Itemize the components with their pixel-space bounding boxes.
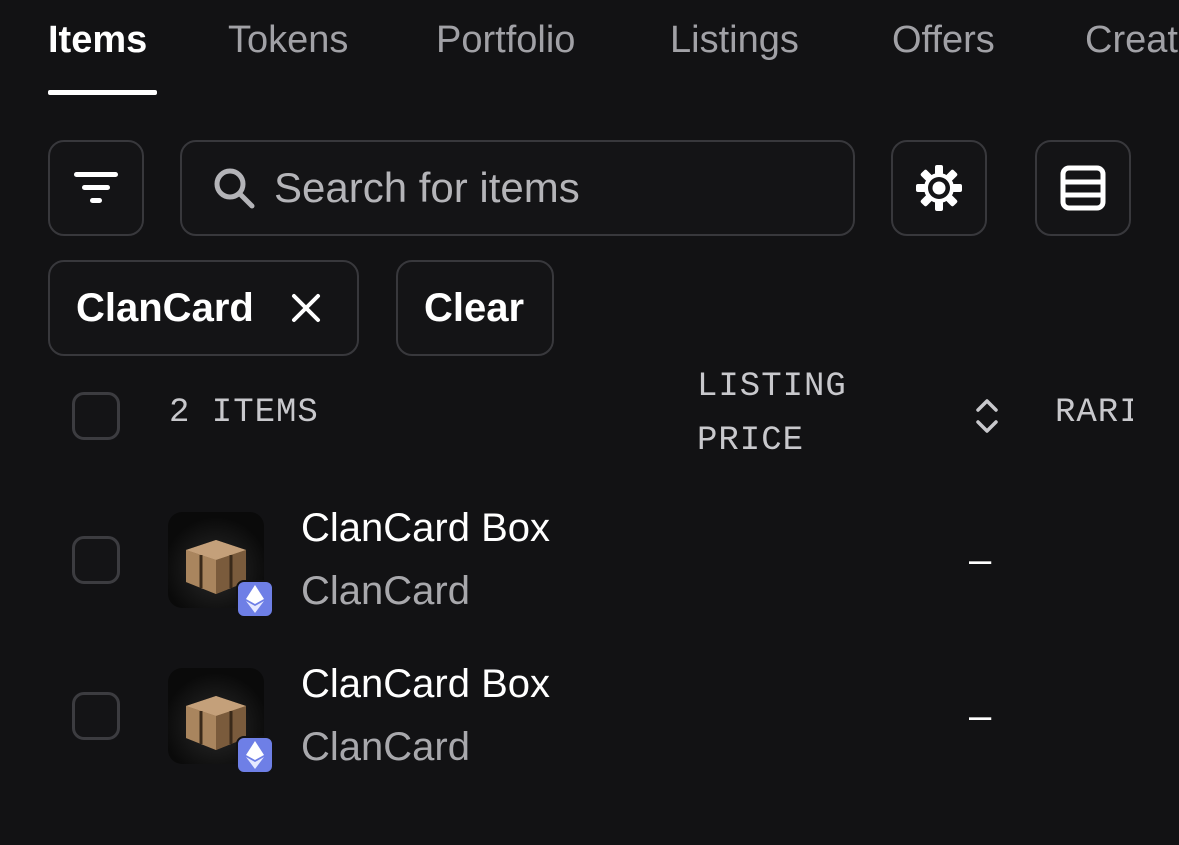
tab-items[interactable]: Items bbox=[48, 14, 147, 66]
item-thumbnail[interactable] bbox=[168, 668, 274, 774]
row-checkbox[interactable] bbox=[72, 692, 120, 740]
item-collection[interactable]: ClanCard bbox=[301, 725, 470, 770]
item-listing-price: – bbox=[969, 538, 992, 582]
items-page: Items Tokens Portfolio Listings Offers C… bbox=[0, 0, 1179, 845]
filter-lines-icon bbox=[74, 172, 118, 203]
item-listing-price: – bbox=[969, 694, 992, 738]
column-listing-price[interactable]: LISTING PRICE bbox=[697, 360, 897, 468]
sort-up-down-icon[interactable] bbox=[975, 398, 999, 434]
ethereum-icon bbox=[246, 585, 264, 613]
ethereum-badge bbox=[236, 580, 274, 618]
search-input[interactable] bbox=[274, 164, 834, 212]
item-name[interactable]: ClanCard Box bbox=[301, 506, 550, 551]
ethereum-icon bbox=[246, 741, 264, 769]
tab-created[interactable]: Created bbox=[1085, 14, 1179, 66]
tab-portfolio[interactable]: Portfolio bbox=[436, 14, 575, 66]
ethereum-badge bbox=[236, 736, 274, 774]
tab-bar: Items Tokens Portfolio Listings Offers C… bbox=[0, 0, 1179, 100]
filter-chip-clancard[interactable]: ClanCard bbox=[48, 260, 359, 356]
settings-button[interactable] bbox=[891, 140, 987, 236]
search-box[interactable] bbox=[180, 140, 855, 236]
row-checkbox[interactable] bbox=[72, 536, 120, 584]
column-rarity[interactable]: RARITY bbox=[1055, 394, 1133, 438]
tab-tokens[interactable]: Tokens bbox=[228, 14, 348, 66]
select-all-checkbox[interactable] bbox=[72, 392, 120, 440]
active-tab-indicator bbox=[48, 90, 157, 95]
filter-button[interactable] bbox=[48, 140, 144, 236]
gear-icon bbox=[916, 165, 962, 211]
item-thumbnail[interactable] bbox=[168, 512, 274, 618]
view-toggle-button[interactable] bbox=[1035, 140, 1131, 236]
item-collection[interactable]: ClanCard bbox=[301, 569, 470, 614]
close-icon[interactable] bbox=[290, 292, 322, 324]
filter-chip-label: ClanCard bbox=[76, 285, 254, 330]
item-name[interactable]: ClanCard Box bbox=[301, 662, 550, 707]
magnifier-icon bbox=[214, 168, 255, 209]
list-view-icon bbox=[1060, 165, 1106, 211]
clear-filters-button[interactable]: Clear bbox=[396, 260, 554, 356]
tab-offers[interactable]: Offers bbox=[892, 14, 995, 66]
tab-listings[interactable]: Listings bbox=[670, 14, 799, 66]
items-count: 2 ITEMS bbox=[169, 394, 319, 432]
column-rarity-label: RARITY bbox=[1055, 394, 1133, 432]
